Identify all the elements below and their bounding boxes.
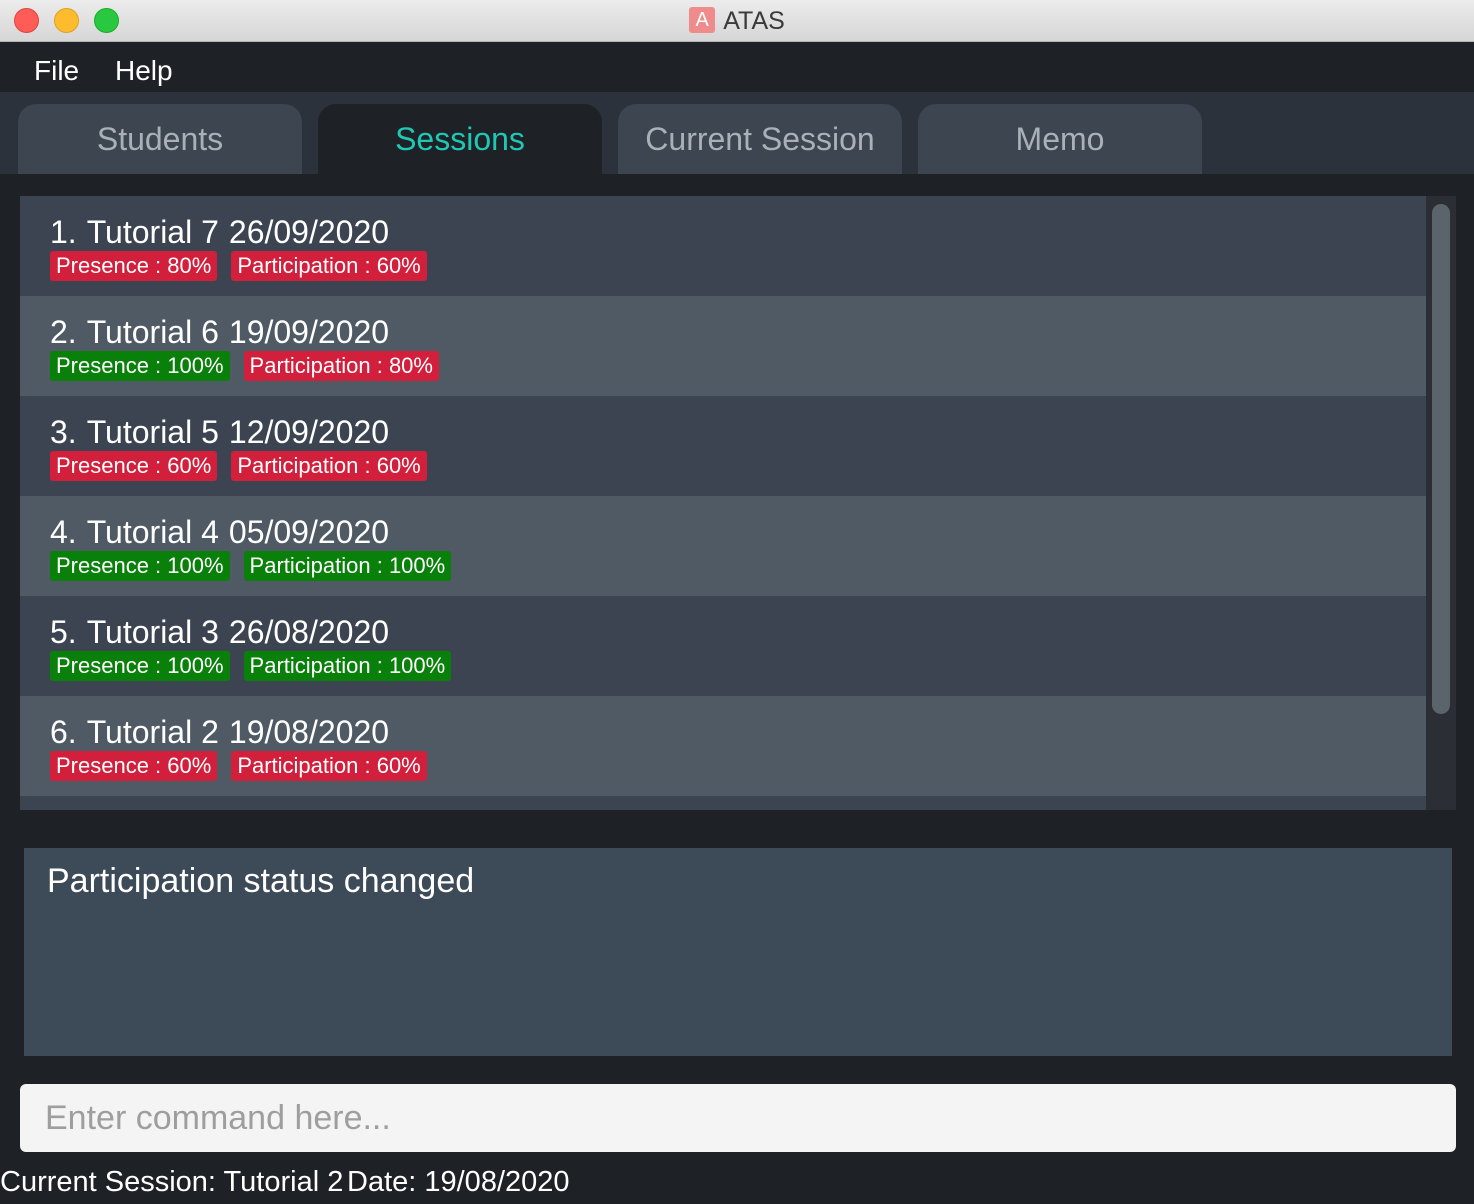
session-title: 5. Tutorial 3 26/08/2020	[50, 614, 399, 651]
session-date: 12/09/2020	[228, 414, 390, 450]
result-display: Participation status changed	[24, 848, 1452, 1056]
presence-badge: Presence : 100%	[50, 351, 230, 381]
participation-badge: Participation : 100%	[243, 651, 452, 681]
window-title: A ATAS	[0, 7, 1474, 36]
tab-current-session[interactable]: Current Session	[618, 104, 902, 174]
presence-badge: Presence : 80%	[50, 251, 218, 281]
list-item[interactable]: 5. Tutorial 3 26/08/2020 Presence : 100% Pa…	[20, 596, 1426, 696]
session-title: 6. Tutorial 2 19/08/2020	[50, 714, 399, 751]
participation-badge: Participation : 60%	[231, 451, 427, 481]
session-date: 26/09/2020	[228, 214, 390, 250]
presence-badge: Presence : 100%	[50, 651, 230, 681]
session-name: Tutorial 2	[86, 714, 219, 750]
list-item[interactable]: 2. Tutorial 6 19/09/2020 Presence : 100% Pa…	[20, 296, 1426, 396]
presence-badge: Presence : 60%	[50, 751, 218, 781]
session-index: 6.	[50, 714, 77, 750]
session-index: 3.	[50, 414, 77, 450]
list-item[interactable]: 4. Tutorial 4 05/09/2020 Presence : 100% Pa…	[20, 496, 1426, 596]
session-list[interactable]: 1. Tutorial 7 26/09/2020 Presence : 80% Par…	[20, 196, 1456, 810]
session-date: 19/08/2020	[228, 714, 390, 750]
participation-badge: Participation : 60%	[231, 251, 427, 281]
tab-sessions[interactable]: Sessions	[318, 104, 602, 174]
session-title: 1. Tutorial 7 26/09/2020	[50, 214, 399, 251]
session-index: 2.	[50, 314, 77, 350]
command-input[interactable]	[20, 1084, 1456, 1152]
session-title: 3. Tutorial 5 12/09/2020	[50, 414, 399, 451]
scrollbar[interactable]	[1426, 196, 1456, 810]
presence-badge: Presence : 60%	[50, 451, 218, 481]
participation-badge: Participation : 80%	[243, 351, 439, 381]
result-message: Participation status changed	[47, 862, 475, 900]
session-name: Tutorial 6	[86, 314, 219, 350]
current-session-status: Current Session: Tutorial 2	[0, 1166, 344, 1198]
app-icon: A	[689, 7, 716, 33]
session-title: 2. Tutorial 6 19/09/2020	[50, 314, 399, 351]
list-item[interactable]	[20, 796, 1426, 810]
tab-memo[interactable]: Memo	[918, 104, 1202, 174]
session-index: 4.	[50, 514, 77, 550]
session-index: 1.	[50, 214, 77, 250]
tab-students[interactable]: Students	[18, 104, 302, 174]
status-bar: Current Session: Tutorial 2 Date: 19/08/…	[0, 1162, 1474, 1204]
session-name: Tutorial 4	[86, 514, 219, 550]
session-name: Tutorial 3	[86, 614, 219, 650]
session-date: 26/08/2020	[228, 614, 390, 650]
menu-help[interactable]: Help	[115, 55, 173, 87]
scrollbar-thumb[interactable]	[1432, 204, 1450, 714]
session-index: 5.	[50, 614, 77, 650]
menu-bar: File Help	[0, 42, 1474, 92]
session-date: 05/09/2020	[228, 514, 390, 550]
session-date: 19/09/2020	[228, 314, 390, 350]
title-bar: A ATAS	[0, 0, 1474, 42]
session-date-status: Date: 19/08/2020	[347, 1166, 570, 1198]
list-item[interactable]: 3. Tutorial 5 12/09/2020 Presence : 60% Par…	[20, 396, 1426, 496]
menu-file[interactable]: File	[34, 55, 79, 87]
participation-badge: Participation : 100%	[243, 551, 452, 581]
list-item[interactable]: 6. Tutorial 2 19/08/2020 Presence : 60% Par…	[20, 696, 1426, 796]
participation-badge: Participation : 60%	[231, 751, 427, 781]
session-name: Tutorial 7	[86, 214, 219, 250]
window-title-text: ATAS	[723, 7, 785, 35]
session-title: 4. Tutorial 4 05/09/2020	[50, 514, 399, 551]
presence-badge: Presence : 100%	[50, 551, 230, 581]
list-item[interactable]: 1. Tutorial 7 26/09/2020 Presence : 80% Par…	[20, 196, 1426, 296]
session-name: Tutorial 5	[86, 414, 219, 450]
tab-strip: Students Sessions Current Session Memo	[0, 92, 1474, 174]
